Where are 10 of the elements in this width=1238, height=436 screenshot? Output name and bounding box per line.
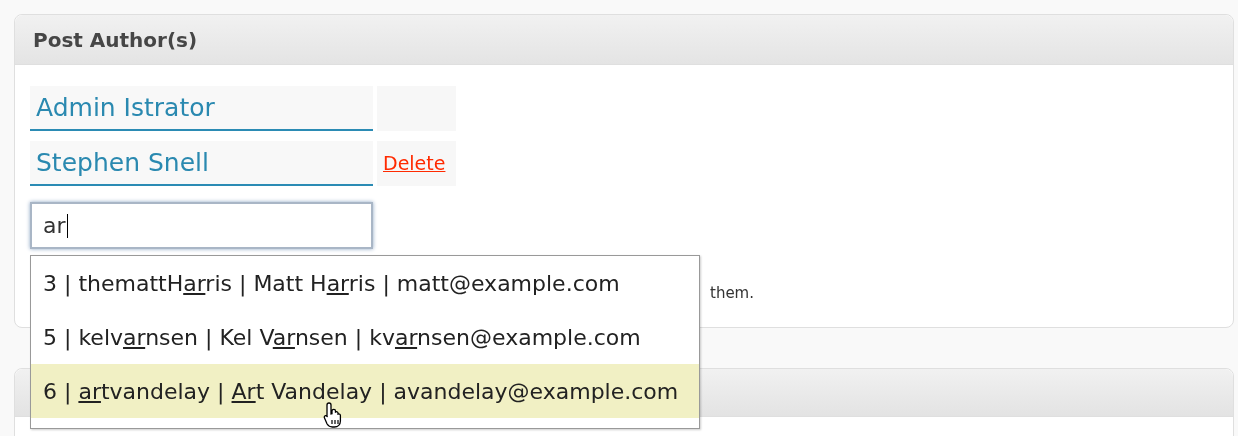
suggestion-item[interactable]: 5 | kelvarnsen | Kel Varnsen | kvarnsen@example.com — [31, 310, 699, 364]
author-name-field[interactable]: Stephen Snell — [30, 141, 373, 186]
panel-title: Post Author(s) — [33, 26, 198, 54]
delete-link[interactable]: Delete — [383, 149, 446, 178]
author-name-field[interactable]: Admin Istrator — [30, 86, 373, 131]
hint-text: them. — [710, 284, 754, 302]
search-text: ar — [43, 212, 66, 240]
suggestion-item[interactable]: 6 | artvandelay | Art Vandelay | avandelay@example.com — [31, 364, 699, 418]
author-search-input[interactable]: ar — [30, 202, 373, 249]
suggestion-item[interactable]: 3 | themattHarris | Matt Harris | matt@example.com — [31, 256, 699, 310]
